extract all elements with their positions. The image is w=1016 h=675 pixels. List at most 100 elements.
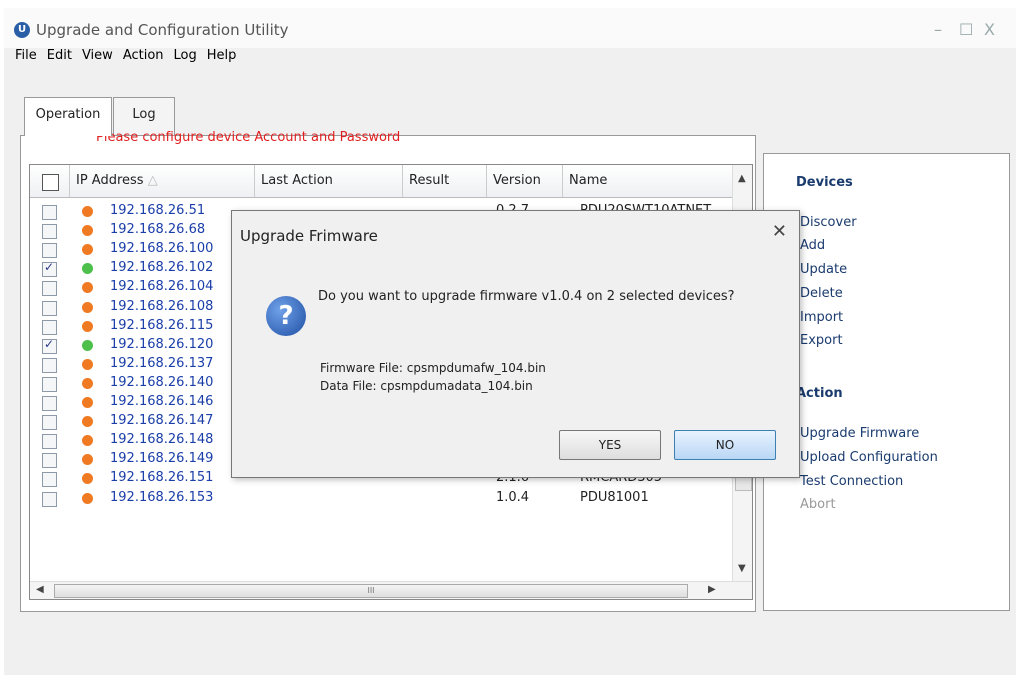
- status-dot-icon: [82, 225, 93, 237]
- upgrade-dialog: Upgrade Frimware ✕ ? Do you want to upgr…: [231, 210, 800, 478]
- upgrade-firmware-link[interactable]: Upgrade Firmware: [800, 426, 919, 441]
- hscroll-grip: III: [367, 586, 375, 595]
- maximize-button[interactable]: ☐: [959, 20, 973, 39]
- ip-cell: 192.168.26.120: [110, 336, 214, 352]
- row-checkbox[interactable]: [42, 357, 57, 373]
- update-link[interactable]: Update: [800, 262, 847, 277]
- menu-file[interactable]: File: [10, 47, 42, 67]
- row-checkbox[interactable]: [42, 205, 57, 220]
- app-logo-icon: U: [14, 22, 30, 38]
- data-file-text: Data File: cpsmpdumadata_104.bin: [320, 379, 533, 393]
- status-dot-icon: [82, 454, 93, 466]
- status-dot-icon: [82, 206, 93, 217]
- status-dot-icon: [82, 416, 93, 428]
- window-title: Upgrade and Configuration Utility: [36, 21, 289, 39]
- ip-cell: 192.168.26.100: [110, 241, 214, 257]
- add-link[interactable]: Add: [800, 238, 825, 253]
- row-checkbox[interactable]: [42, 260, 57, 278]
- menu-bar: File Edit View Action Log Help: [10, 47, 241, 67]
- warning-message: Please configure device Account and Pass…: [96, 130, 401, 145]
- row-checkbox[interactable]: [42, 243, 57, 259]
- ip-cell: 192.168.26.146: [110, 394, 214, 409]
- dialog-close-icon[interactable]: ✕: [772, 221, 787, 242]
- close-button[interactable]: X: [984, 20, 995, 39]
- minimize-button[interactable]: –: [934, 20, 942, 39]
- column-version[interactable]: Version: [487, 165, 563, 197]
- row-checkbox[interactable]: [42, 415, 57, 431]
- status-dot-icon: [82, 377, 93, 389]
- tab-operation[interactable]: Operation: [24, 97, 112, 136]
- ip-cell: 192.168.26.149: [110, 451, 214, 467]
- ip-cell: 192.168.26.104: [110, 279, 214, 295]
- delete-link[interactable]: Delete: [800, 286, 843, 301]
- row-checkbox[interactable]: [42, 281, 57, 297]
- ip-cell: 192.168.26.108: [110, 298, 214, 314]
- row-checkbox[interactable]: [42, 319, 57, 335]
- firmware-file-text: Firmware File: cpsmpdumafw_104.bin: [320, 361, 546, 375]
- table-row[interactable]: 192.168.26.153 1.0.4 PDU81001: [30, 490, 732, 508]
- yes-button[interactable]: YES: [559, 430, 661, 460]
- devices-heading: Devices: [796, 175, 853, 190]
- row-checkbox[interactable]: [42, 300, 57, 316]
- ip-cell: 192.168.26.147: [110, 413, 214, 429]
- ip-cell: 192.168.26.151: [110, 470, 214, 486]
- menu-action[interactable]: Action: [118, 47, 169, 67]
- ip-cell: 192.168.26.137: [110, 355, 214, 371]
- menu-help[interactable]: Help: [202, 47, 242, 67]
- status-area: [10, 622, 1010, 675]
- ip-cell: 192.168.26.102: [110, 260, 214, 276]
- column-result[interactable]: Result: [403, 165, 487, 197]
- horizontal-scrollbar[interactable]: ◀ III ▶: [30, 581, 752, 599]
- table-header: IP Address △ Last Action Result Version …: [30, 165, 752, 198]
- status-dot-icon: [82, 301, 93, 313]
- status-dot-icon: [82, 435, 93, 447]
- menu-edit[interactable]: Edit: [42, 47, 77, 67]
- row-checkbox[interactable]: [42, 337, 57, 354]
- row-checkbox[interactable]: [42, 376, 57, 392]
- dialog-title: Upgrade Frimware: [240, 227, 378, 245]
- ip-cell: 192.168.26.153: [110, 489, 214, 505]
- column-name[interactable]: Name: [563, 165, 732, 197]
- no-button[interactable]: NO: [674, 430, 776, 460]
- upload-configuration-link[interactable]: Upload Configuration: [800, 450, 938, 465]
- row-checkbox[interactable]: [42, 434, 57, 450]
- status-dot-icon: [82, 358, 93, 370]
- version-cell: 1.0.4: [496, 489, 530, 505]
- title-bar: U Upgrade and Configuration Utility – ☐ …: [4, 8, 1016, 48]
- test-connection-link[interactable]: Test Connection: [800, 474, 903, 489]
- menu-view[interactable]: View: [77, 47, 118, 67]
- ip-cell: 192.168.26.140: [110, 374, 214, 390]
- dialog-message: Do you want to upgrade firmware v1.0.4 o…: [318, 289, 735, 304]
- row-checkbox[interactable]: [42, 453, 57, 469]
- export-link[interactable]: Export: [800, 333, 843, 348]
- column-last-action[interactable]: Last Action: [255, 165, 403, 197]
- scroll-down-icon[interactable]: ▼: [738, 563, 746, 574]
- hscroll-thumb[interactable]: III: [54, 584, 688, 598]
- sort-up-icon: △: [147, 173, 158, 188]
- status-dot-icon: [82, 244, 93, 256]
- import-link[interactable]: Import: [800, 310, 843, 325]
- ip-cell: 192.168.26.68: [110, 222, 206, 238]
- select-all-column: [30, 165, 70, 197]
- ip-cell: 192.168.26.148: [110, 432, 214, 448]
- status-dot-icon: [82, 320, 93, 332]
- row-checkbox[interactable]: [42, 224, 57, 240]
- row-checkbox[interactable]: [42, 491, 57, 507]
- action-heading: Action: [796, 386, 843, 401]
- scroll-up-icon[interactable]: ▲: [738, 173, 746, 184]
- status-dot-icon: [82, 282, 93, 294]
- status-dot-icon: [82, 492, 93, 504]
- ip-cell: 192.168.26.115: [110, 317, 214, 333]
- row-checkbox[interactable]: [42, 472, 57, 488]
- discover-link[interactable]: Discover: [800, 215, 857, 230]
- question-icon: ?: [266, 296, 306, 336]
- column-ip-address[interactable]: IP Address △: [70, 165, 255, 197]
- scroll-right-icon[interactable]: ▶: [708, 584, 716, 595]
- scroll-left-icon[interactable]: ◀: [36, 584, 44, 595]
- column-ip-label: IP Address: [76, 173, 144, 188]
- row-checkbox[interactable]: [42, 396, 57, 411]
- name-cell: PDU81001: [580, 489, 649, 505]
- abort-link: Abort: [800, 497, 836, 512]
- select-all-checkbox[interactable]: [42, 174, 59, 191]
- menu-log[interactable]: Log: [169, 47, 202, 67]
